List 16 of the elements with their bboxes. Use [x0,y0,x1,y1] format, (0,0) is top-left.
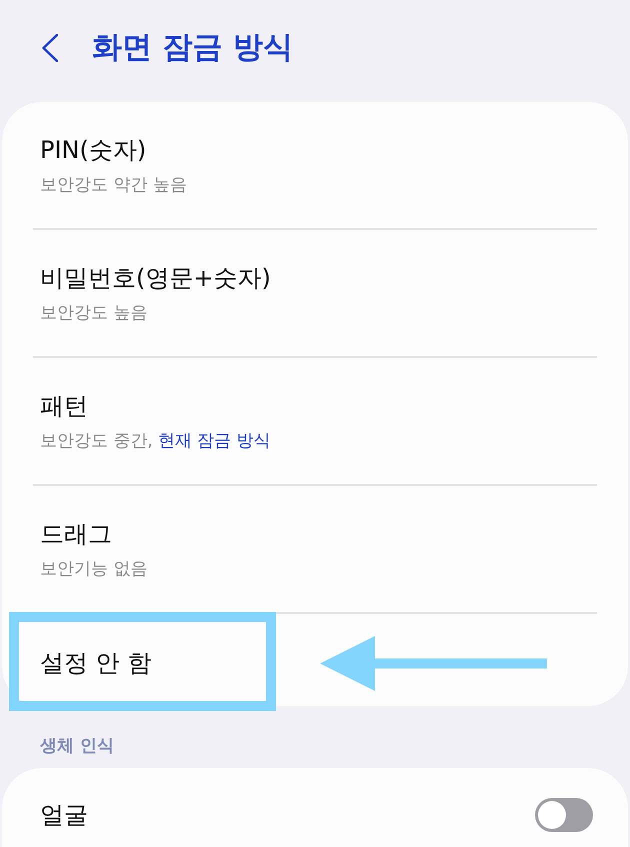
face-recognition-label: 얼굴 [40,800,88,831]
option-description: 보안강도 약간 높음 [40,174,187,196]
option-description: 보안강도 높음 [40,302,148,324]
page-title: 화면 잠금 방식 [92,30,293,66]
option-description: 보안강도 중간, [40,430,153,452]
option-title[interactable]: PIN(숫자) [40,135,146,165]
chevron-left-icon [42,34,58,62]
option-title[interactable]: 패턴 [40,391,88,421]
current-method-label: 현재 잠금 방식 [158,430,271,452]
toggle-switch[interactable] [535,798,593,832]
back-button[interactable] [42,34,58,62]
option-title[interactable]: 드래그 [40,519,112,549]
option-title[interactable]: 설정 안 함 [40,648,152,678]
section-heading: 생체 인식 [40,735,114,757]
option-title[interactable]: 비밀번호(영문+숫자) [40,263,271,293]
option-description: 보안기능 없음 [40,558,148,580]
